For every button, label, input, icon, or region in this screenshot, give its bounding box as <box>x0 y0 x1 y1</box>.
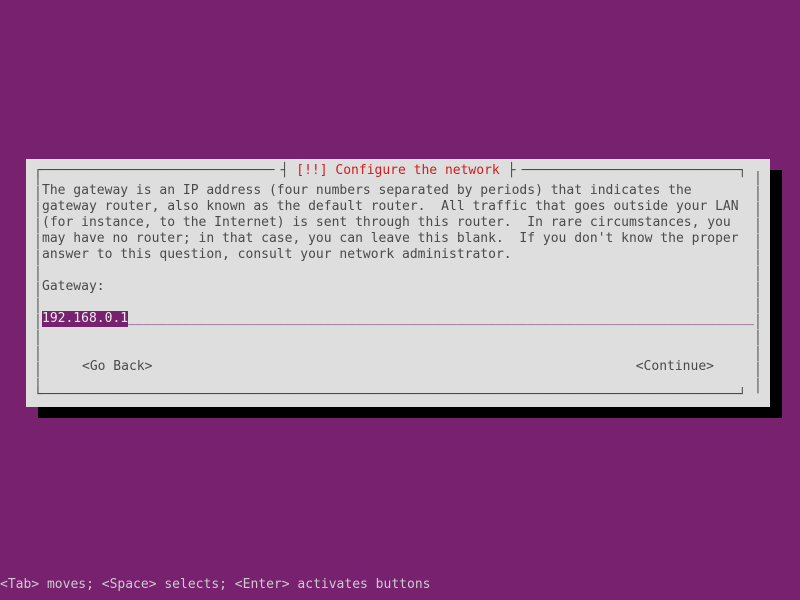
dialog-content: The gateway is an IP address (four numbe… <box>42 183 754 391</box>
configure-network-dialog: ┌───────────────────────────────────────… <box>26 159 770 407</box>
gateway-label: Gateway: <box>42 279 754 295</box>
help-bar: <Tab> moves; <Space> selects; <Enter> ac… <box>0 577 430 592</box>
dialog-title: ┤ [!!] Configure the network ├ <box>275 163 522 178</box>
continue-button[interactable]: <Continue> <box>636 359 714 375</box>
input-remainder: ________________________________________… <box>128 311 754 327</box>
gateway-input-value[interactable]: 192.168.0.1 <box>42 311 128 327</box>
go-back-button[interactable]: <Go Back> <box>82 359 152 375</box>
border-left: │ │ │ │ │ │ │ │ │ │ │ │ │ │ <box>34 171 42 395</box>
border-right: │ │ │ │ │ │ │ │ │ │ │ │ │ │ <box>754 171 762 395</box>
description-text: The gateway is an IP address (four numbe… <box>42 183 754 263</box>
button-row: <Go Back> <Continue> <box>42 359 754 375</box>
gateway-input[interactable]: 192.168.0.1_____________________________… <box>42 311 754 327</box>
title-priority: [!!] <box>296 163 327 178</box>
title-text: Configure the network <box>335 163 499 178</box>
